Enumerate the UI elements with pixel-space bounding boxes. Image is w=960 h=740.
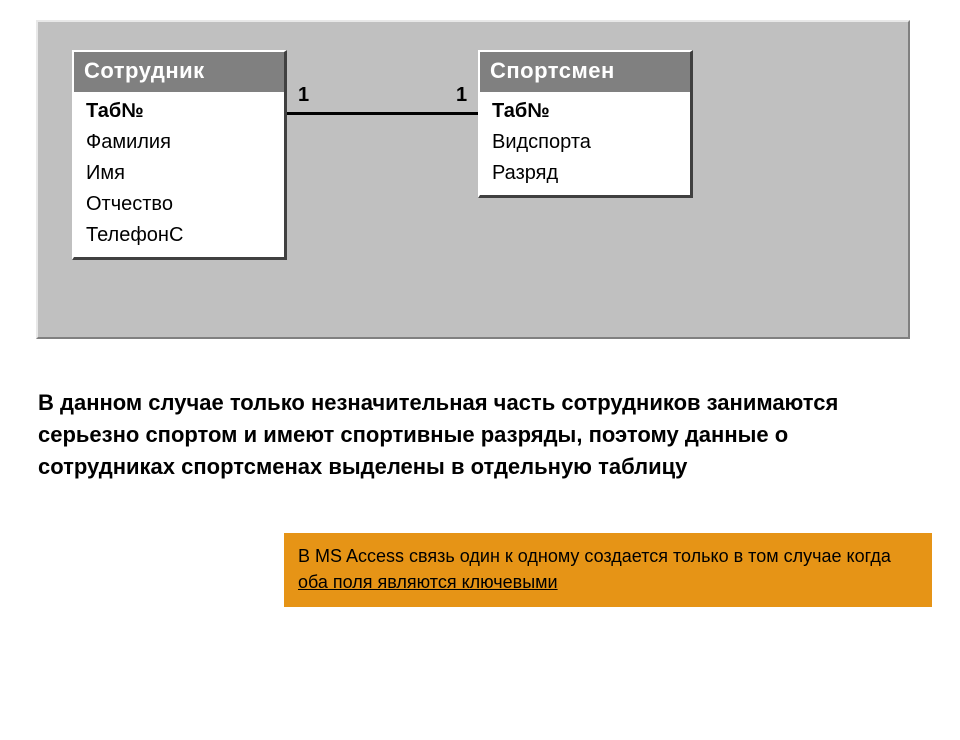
note-box: В MS Access связь один к одному создаетс… <box>284 533 932 607</box>
note-underlined: оба поля являются ключевыми <box>298 572 558 592</box>
field: Фамилия <box>74 127 284 158</box>
table-athlete-fields: Таб№ Видспорта Разряд <box>480 92 690 195</box>
relationship-line <box>284 112 479 115</box>
note-prefix: В MS Access связь один к одному создаетс… <box>298 546 891 566</box>
field: ТелефонС <box>74 220 284 251</box>
field: Разряд <box>480 158 690 189</box>
table-employee-title: Сотрудник <box>74 52 284 92</box>
field: Имя <box>74 158 284 189</box>
table-employee-fields: Таб№ Фамилия Имя Отчество ТелефонС <box>74 92 284 257</box>
table-employee[interactable]: Сотрудник Таб№ Фамилия Имя Отчество Теле… <box>72 50 287 260</box>
field: Видспорта <box>480 127 690 158</box>
relationship-right-cardinality: 1 <box>456 84 467 107</box>
relationship-left-cardinality: 1 <box>298 84 309 107</box>
field: Отчество <box>74 189 284 220</box>
table-athlete[interactable]: Спортсмен Таб№ Видспорта Разряд <box>478 50 693 198</box>
field-key: Таб№ <box>480 96 690 127</box>
field-key: Таб№ <box>74 96 284 127</box>
explanation-paragraph: В данном случае только незначительная ча… <box>38 387 918 483</box>
table-athlete-title: Спортсмен <box>480 52 690 92</box>
relationship-diagram: 1 1 Сотрудник Таб№ Фамилия Имя Отчество … <box>36 20 910 339</box>
